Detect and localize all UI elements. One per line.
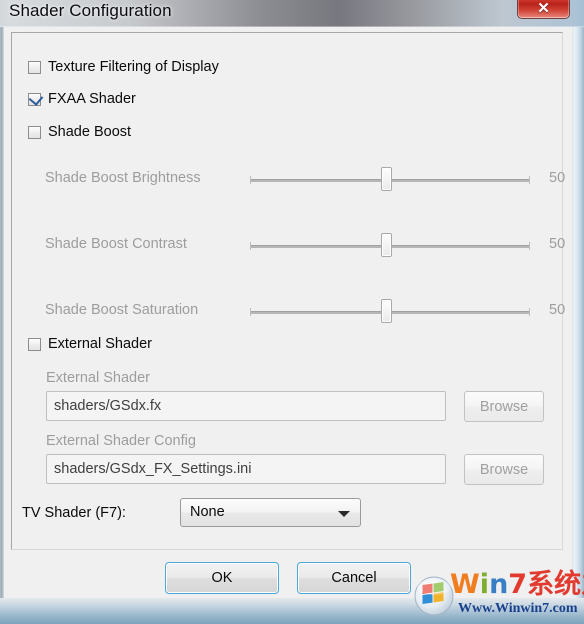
slider-row-shade-boost-brightness: Shade Boost Brightness 50: [12, 160, 566, 200]
checkbox-shade-boost[interactable]: Shade Boost: [28, 123, 131, 141]
checkbox-box-fxaa-shader[interactable]: [28, 90, 44, 106]
dialog-client-area: Texture Filtering of Display FXAA Shader…: [4, 27, 572, 598]
label-external-shader-path: External Shader: [46, 370, 150, 386]
window-frame-bottom: [0, 598, 584, 624]
slider-row-shade-boost-saturation: Shade Boost Saturation 50: [12, 292, 566, 332]
slider-shade-boost-saturation[interactable]: [242, 292, 532, 332]
dropdown-tv-shader[interactable]: None: [180, 498, 361, 527]
slider-label-shade-boost-saturation: Shade Boost Saturation: [45, 302, 199, 318]
slider-row-shade-boost-contrast: Shade Boost Contrast 50: [12, 226, 566, 266]
slider-shade-boost-brightness[interactable]: [242, 160, 532, 200]
slider-value-shade-boost-saturation: 50: [549, 302, 566, 318]
shader-configuration-window: Shader Configuration ✕ Texture Filtering…: [0, 0, 584, 624]
close-icon: ✕: [537, 0, 550, 17]
window-frame-right: [572, 0, 584, 624]
slider-value-shade-boost-brightness: 50: [549, 170, 566, 186]
checkbox-label-shade-boost: Shade Boost: [48, 124, 132, 140]
slider-value-shade-boost-contrast: 50: [549, 236, 566, 252]
checkbox-box-external-shader[interactable]: [28, 337, 41, 351]
checkbox-external-shader[interactable]: External Shader: [28, 335, 152, 353]
shader-options-panel: Texture Filtering of Display FXAA Shader…: [11, 32, 566, 550]
checkbox-label-fxaa-shader: FXAA Shader: [48, 91, 136, 107]
browse-button-external-shader-config[interactable]: Browse: [464, 454, 544, 485]
checkbox-box-shade-boost[interactable]: [28, 125, 41, 139]
cancel-button[interactable]: Cancel: [297, 562, 411, 594]
label-tv-shader: TV Shader (F7):: [22, 505, 126, 521]
slider-label-shade-boost-brightness: Shade Boost Brightness: [45, 170, 201, 186]
slider-thumb[interactable]: [381, 167, 392, 191]
checkbox-label-external-shader: External Shader: [48, 336, 152, 352]
ok-button[interactable]: OK: [165, 562, 279, 594]
checkbox-label-texture-filtering: Texture Filtering of Display: [48, 59, 219, 75]
chevron-down-icon: [338, 511, 350, 517]
checkbox-box-texture-filtering[interactable]: [28, 60, 41, 74]
input-external-shader-config[interactable]: shaders/GSdx_FX_Settings.ini: [46, 454, 446, 484]
title-bar[interactable]: Shader Configuration ✕: [0, 0, 584, 27]
close-button[interactable]: ✕: [517, 0, 570, 19]
dropdown-tv-shader-value: None: [190, 504, 225, 520]
checkbox-fxaa-shader[interactable]: FXAA Shader: [28, 90, 136, 108]
input-external-shader-path[interactable]: shaders/GSdx.fx: [46, 391, 446, 421]
checkmark-icon: [28, 90, 44, 106]
browse-button-external-shader[interactable]: Browse: [464, 391, 544, 422]
slider-label-shade-boost-contrast: Shade Boost Contrast: [45, 236, 187, 252]
checkbox-texture-filtering[interactable]: Texture Filtering of Display: [28, 58, 219, 76]
window-title: Shader Configuration: [9, 1, 172, 20]
slider-thumb[interactable]: [381, 299, 392, 323]
slider-thumb[interactable]: [381, 233, 392, 257]
label-external-shader-config: External Shader Config: [46, 433, 196, 449]
slider-shade-boost-contrast[interactable]: [242, 226, 532, 266]
